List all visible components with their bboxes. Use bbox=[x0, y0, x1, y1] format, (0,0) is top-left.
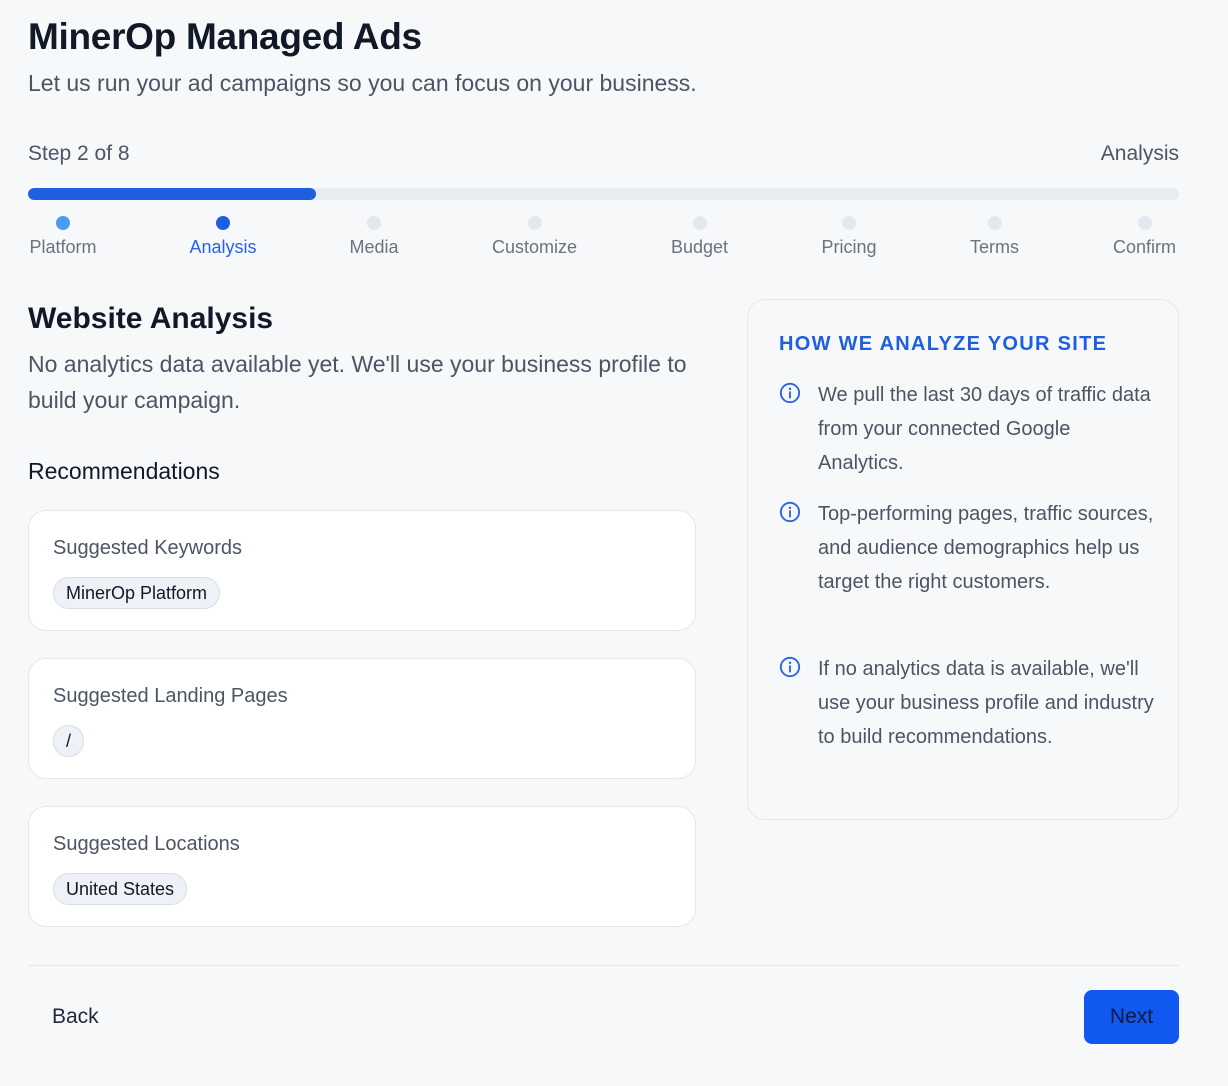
locations-card: Suggested Locations United States bbox=[28, 806, 696, 927]
section-description: No analytics data available yet. We'll u… bbox=[28, 351, 687, 413]
progress-bar bbox=[28, 188, 1179, 200]
info-circle-icon bbox=[779, 501, 801, 523]
step-label: Customize bbox=[491, 237, 578, 257]
step-pricing[interactable]: Pricing bbox=[819, 216, 879, 258]
progress-bar-fill bbox=[28, 188, 316, 200]
step-media[interactable]: Media bbox=[348, 216, 400, 258]
step-confirm[interactable]: Confirm bbox=[1110, 216, 1179, 258]
page-subtitle: Let us run your ad campaigns so you can … bbox=[28, 70, 697, 96]
info-heading: HOW WE ANALYZE YOUR SITE bbox=[779, 333, 1108, 355]
info-item: If no analytics data is available, we'll… bbox=[779, 652, 1159, 754]
step-dot bbox=[842, 216, 856, 230]
info-item: We pull the last 30 days of traffic data… bbox=[779, 378, 1159, 480]
next-button[interactable]: Next bbox=[1084, 990, 1179, 1044]
step-terms[interactable]: Terms bbox=[968, 216, 1021, 258]
step-dot bbox=[56, 216, 70, 230]
info-circle-icon bbox=[779, 656, 801, 678]
keyword-chip[interactable]: MinerOp Platform bbox=[53, 577, 221, 609]
step-label: Terms bbox=[970, 237, 1019, 257]
step-analysis[interactable]: Analysis bbox=[188, 216, 258, 258]
keywords-card: Suggested Keywords MinerOp Platform bbox=[28, 510, 696, 631]
step-dot bbox=[216, 216, 230, 230]
info-text: If no analytics data is available, we'll… bbox=[818, 658, 1154, 748]
back-button[interactable]: Back bbox=[28, 990, 123, 1044]
step-customize[interactable]: Customize bbox=[490, 216, 579, 258]
landing-page-chip[interactable]: / bbox=[53, 725, 85, 757]
info-panel: HOW WE ANALYZE YOUR SITE We pull the las… bbox=[747, 299, 1179, 820]
location-chip[interactable]: United States bbox=[53, 873, 188, 905]
step-label: Analysis bbox=[189, 237, 257, 257]
step-label: Media bbox=[349, 237, 399, 257]
info-text: Top-performing pages, traffic sources, a… bbox=[818, 503, 1154, 593]
section-title: Website Analysis bbox=[28, 302, 274, 335]
landing-pages-card: Suggested Landing Pages / bbox=[28, 658, 696, 779]
recommendations-heading: Recommendations bbox=[28, 458, 220, 484]
step-dot bbox=[527, 216, 542, 230]
step-budget[interactable]: Budget bbox=[669, 216, 730, 258]
step-dot bbox=[987, 216, 1002, 230]
step-label: Confirm bbox=[1112, 237, 1176, 257]
info-circle-icon bbox=[779, 382, 801, 404]
step-dot bbox=[692, 216, 707, 230]
step-platform[interactable]: Platform bbox=[28, 216, 98, 258]
step-label: Budget bbox=[670, 237, 729, 257]
step-counter: Step 2 of 8 bbox=[28, 142, 130, 165]
stepper: Platform Analysis Media Customize Budget… bbox=[0, 216, 1228, 266]
step-dot bbox=[367, 216, 381, 230]
footer-divider bbox=[28, 965, 1179, 966]
card-label: Suggested Locations bbox=[53, 833, 240, 855]
step-dot bbox=[1137, 216, 1152, 230]
info-text: We pull the last 30 days of traffic data… bbox=[818, 384, 1151, 474]
info-item: Top-performing pages, traffic sources, a… bbox=[779, 497, 1159, 599]
step-label: Platform bbox=[29, 237, 97, 257]
page-title: MinerOp Managed Ads bbox=[28, 16, 422, 57]
step-label: Pricing bbox=[821, 237, 877, 257]
card-label: Suggested Keywords bbox=[53, 537, 243, 559]
current-step-name: Analysis bbox=[1100, 142, 1179, 165]
card-label: Suggested Landing Pages bbox=[53, 685, 288, 707]
